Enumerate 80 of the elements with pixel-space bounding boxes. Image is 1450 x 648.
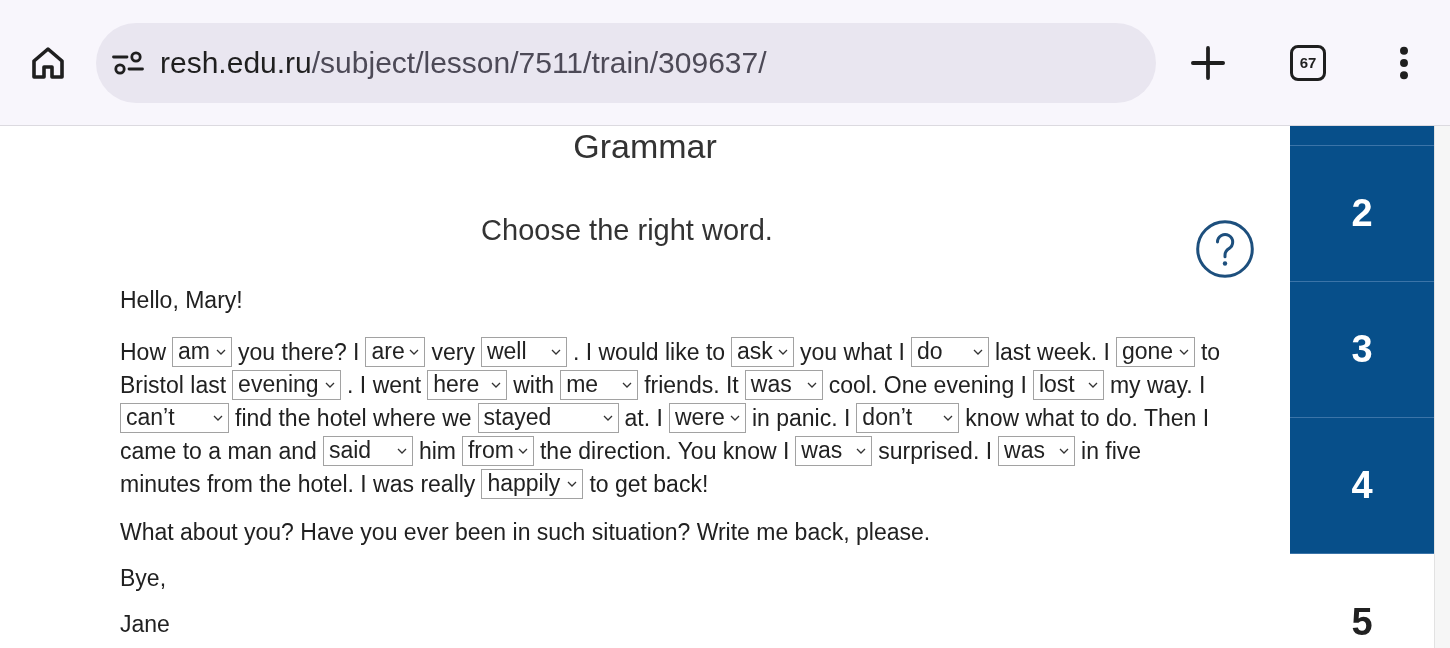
caret-icon xyxy=(1059,447,1070,454)
letter-text: know what to do. Then I xyxy=(965,403,1210,432)
step-tile[interactable]: 2 xyxy=(1290,146,1434,282)
caret-icon xyxy=(943,414,954,421)
sliders-icon[interactable] xyxy=(112,50,144,75)
lesson-title: Grammar xyxy=(572,128,718,164)
word-dropdown[interactable]: from xyxy=(461,435,534,466)
word-dropdown[interactable]: gone xyxy=(1115,336,1195,367)
word-dropdown[interactable]: was xyxy=(744,369,823,400)
letter-text: How xyxy=(120,337,166,366)
word-dropdown[interactable]: ask xyxy=(731,336,795,367)
letter-text: at. I xyxy=(624,403,663,432)
word-dropdown[interactable]: well xyxy=(480,336,567,367)
letter-text: my way. I xyxy=(1109,370,1206,399)
letter-text: the direction. You know I xyxy=(539,436,790,465)
letter-text: find the hotel where we xyxy=(235,403,472,432)
letter-text: friends. It xyxy=(644,370,739,399)
address-bar[interactable]: resh.edu.ru/subject/lesson/7511/train/309637/ xyxy=(96,22,1156,103)
letter-text: surprised. I xyxy=(878,436,993,465)
home-icon[interactable] xyxy=(30,44,66,81)
word-dropdown[interactable]: me xyxy=(560,369,639,400)
plus-icon[interactable] xyxy=(1191,45,1225,80)
caret-icon xyxy=(1178,348,1189,355)
caret-icon xyxy=(216,348,226,355)
caret-icon xyxy=(325,381,336,388)
caret-icon xyxy=(622,381,633,388)
letter-text: to xyxy=(1200,337,1221,366)
letter-text: you what I xyxy=(800,337,905,366)
letter-text: last week. I xyxy=(994,337,1110,366)
letter-paragraph: Jane xyxy=(120,610,171,638)
word-dropdown[interactable]: lost xyxy=(1032,369,1104,400)
letter-text: came to a man and xyxy=(120,436,317,465)
help-icon[interactable] xyxy=(1196,220,1254,278)
caret-icon xyxy=(550,348,561,355)
word-dropdown[interactable]: evening xyxy=(232,369,342,400)
letter-text: cool. One evening I xyxy=(828,370,1027,399)
word-dropdown[interactable]: said xyxy=(322,435,413,466)
letter-text: to get back! xyxy=(589,469,709,498)
letter-text: very xyxy=(431,337,475,366)
word-dropdown[interactable]: stayed xyxy=(477,402,619,433)
task-instruction: Choose the right word. xyxy=(481,213,773,247)
word-dropdown[interactable]: was xyxy=(795,435,873,466)
word-dropdown[interactable]: are xyxy=(365,336,426,367)
letter-paragraph: Bye, xyxy=(120,564,168,592)
caret-icon xyxy=(972,348,983,355)
letter-text: Bristol last xyxy=(120,370,227,399)
word-dropdown[interactable]: can’t xyxy=(120,402,229,433)
letter-text: in five xyxy=(1081,436,1142,465)
caret-icon xyxy=(806,381,817,388)
letter-text: in panic. I xyxy=(751,403,851,432)
caret-icon xyxy=(778,348,789,355)
word-dropdown[interactable]: do xyxy=(910,336,989,367)
caret-icon xyxy=(729,414,740,421)
word-dropdown[interactable]: don’t xyxy=(856,402,960,433)
word-dropdown[interactable]: here xyxy=(427,369,508,400)
caret-icon xyxy=(856,447,867,454)
word-dropdown[interactable]: happily xyxy=(481,468,584,499)
caret-icon xyxy=(396,447,407,454)
letter-text: . I went xyxy=(347,370,422,399)
tab-count-button[interactable]: 67 xyxy=(1290,44,1326,81)
letter-text: him xyxy=(418,436,456,465)
caret-icon xyxy=(409,348,420,355)
letter-paragraph: What about you? Have you ever been in such situation? Write me back, please. xyxy=(120,518,932,546)
letter-text: minutes from the hotel. I was really xyxy=(120,469,476,498)
letter-text: . I would like to xyxy=(572,337,726,366)
word-dropdown[interactable]: were xyxy=(668,402,746,433)
caret-icon xyxy=(1087,381,1098,388)
letter-text: with xyxy=(513,370,555,399)
word-dropdown[interactable]: was xyxy=(998,435,1076,466)
letter-text: you there? I xyxy=(238,337,360,366)
menu-icon[interactable] xyxy=(1399,45,1409,80)
caret-icon xyxy=(567,480,578,487)
step-tile[interactable]: 3 xyxy=(1290,282,1434,418)
step-tile[interactable]: 4 xyxy=(1290,418,1434,554)
word-dropdown[interactable]: am xyxy=(172,336,232,367)
caret-icon xyxy=(213,414,223,421)
greeting-text: Hello, Mary! xyxy=(120,286,244,314)
caret-icon xyxy=(517,447,528,454)
caret-icon xyxy=(491,381,502,388)
caret-icon xyxy=(602,414,613,421)
